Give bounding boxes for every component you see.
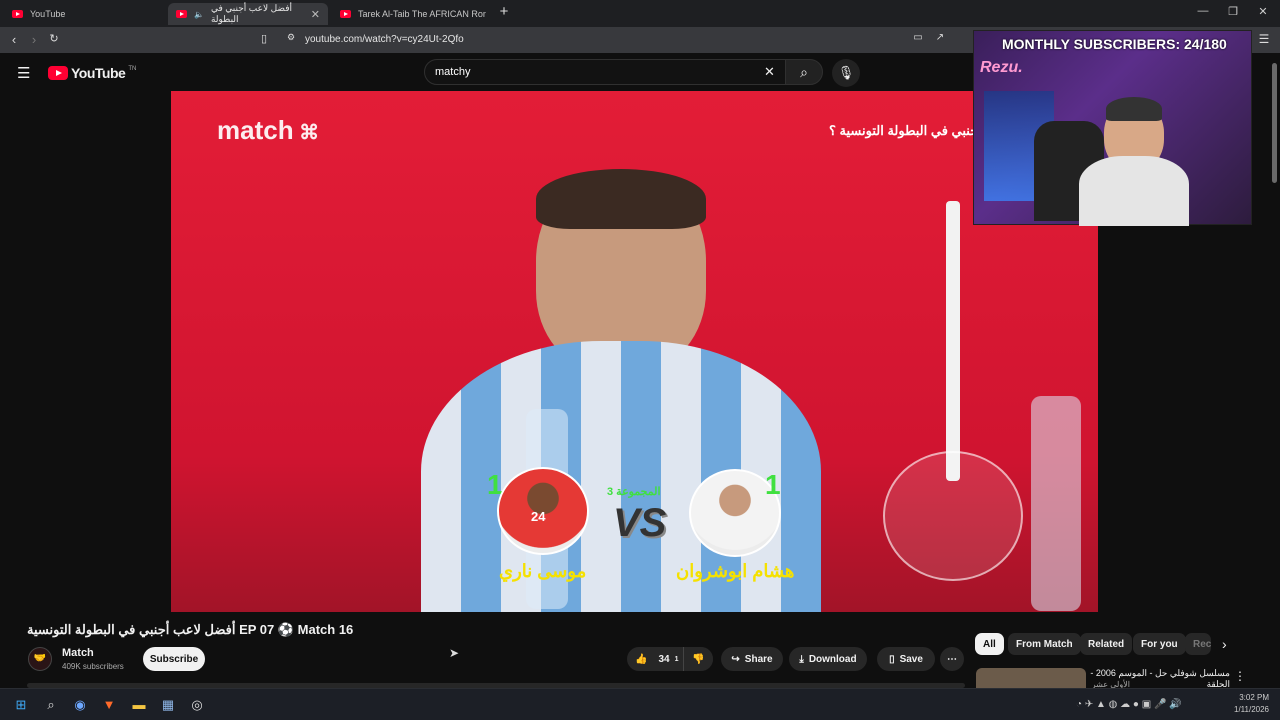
streamer-webcam-overlay: MONTHLY SUBSCRIBERS: 24/180 Rezu. xyxy=(973,30,1252,226)
browser-tab-bar: YouTube 🔈 أفضل لاعب أجنبي في البطولة ✕ T… xyxy=(0,0,1280,27)
glass-bowl xyxy=(883,451,1023,581)
water-bottle-right xyxy=(1031,396,1081,611)
file-explorer-icon[interactable]: ▬ xyxy=(131,697,147,713)
video-caption: جنبي في البطولة التونسية ؟ xyxy=(829,123,979,138)
back-arrow-icon[interactable]: ‹ xyxy=(6,32,22,47)
monthly-subscribers-counter: MONTHLY SUBSCRIBERS: 24/180 xyxy=(1002,36,1227,52)
site-settings-icon[interactable]: ⚙ xyxy=(283,32,299,43)
restore-button[interactable]: ❐ xyxy=(1218,5,1248,18)
forward-arrow-icon[interactable]: › xyxy=(26,32,42,47)
photos-icon[interactable]: ▦ xyxy=(160,697,176,713)
youtube-favicon-icon xyxy=(340,10,351,18)
video-title: أفضل لاعب أجنبي في البطولة التونسية EP 0… xyxy=(27,622,354,637)
youtube-logo[interactable]: YouTube TN xyxy=(48,65,136,81)
chevron-right-icon[interactable]: › xyxy=(1222,636,1227,652)
tab-label: YouTube xyxy=(30,9,66,19)
streamer-hoodie xyxy=(1079,156,1189,226)
subscribe-button[interactable]: Subscribe xyxy=(143,647,205,671)
cortana-icon[interactable]: ◉ xyxy=(72,697,88,713)
channel-avatar[interactable]: 🤝 xyxy=(28,647,52,671)
close-window-button[interactable]: ✕ xyxy=(1248,5,1278,18)
youtube-favicon-icon xyxy=(176,10,187,18)
chip-related[interactable]: Related xyxy=(1080,633,1133,655)
chip-all[interactable]: All xyxy=(975,633,1004,655)
search-icon[interactable]: ⌕ xyxy=(43,697,59,713)
tab-video-active[interactable]: 🔈 أفضل لاعب أجنبي في البطولة ✕ xyxy=(168,3,328,25)
candle xyxy=(946,201,960,481)
right-score: 1 xyxy=(765,469,781,500)
host-hair xyxy=(536,169,706,229)
save-button[interactable]: ▯ Save xyxy=(877,647,935,671)
tab-youtube[interactable]: YouTube xyxy=(4,3,164,25)
speaker-icon: 🔈 xyxy=(194,9,204,19)
brave-browser-icon[interactable]: ▼ xyxy=(101,697,117,713)
recommended-thumbnail[interactable] xyxy=(976,668,1086,688)
youtube-favicon-icon xyxy=(12,10,23,18)
bookmark-icon[interactable]: ▯ xyxy=(256,32,272,45)
channel-name[interactable]: Match xyxy=(62,647,94,659)
share-button[interactable]: ↪ Share xyxy=(721,647,783,671)
tab-tarek[interactable]: Tarek Al-Taib The AFRICAN Ronaldin xyxy=(332,3,497,25)
tray-icons[interactable]: ◔ ✈ ▲ ◍ ☁ ● ▣ 🎤 🔊 xyxy=(1076,699,1182,710)
more-actions-button[interactable]: ⋯ xyxy=(940,647,964,671)
thumbs-up-icon: 👍 xyxy=(635,653,648,665)
windows-taskbar: ⊞ ⌕ ◉ ▼ ▬ ▦ ◎ ◔ ✈ ▲ ◍ ☁ ● ▣ 🎤 🔊 3:02 PM … xyxy=(0,688,1280,720)
left-player-avatar: 24 xyxy=(497,467,589,555)
clock-date[interactable]: 1/11/2026 xyxy=(1228,705,1269,714)
streamer-logo: Rezu. xyxy=(980,59,1023,76)
cast-icon[interactable]: ▭ xyxy=(910,32,926,43)
clock-time[interactable]: 3:02 PM xyxy=(1237,693,1269,702)
share-page-icon[interactable]: ↗ xyxy=(932,32,948,43)
tab-label: Tarek Al-Taib The AFRICAN Ronaldin xyxy=(358,9,486,19)
scrollbar-thumb[interactable] xyxy=(1272,63,1277,183)
video-player[interactable]: match ⌘ جنبي في البطولة التونسية ؟ 1 24 … xyxy=(171,91,1098,612)
address-bar[interactable]: youtube.com/watch?v=cy24Ut-2Qfo xyxy=(305,34,464,45)
more-vertical-icon[interactable]: ⋮ xyxy=(1234,669,1246,683)
download-button[interactable]: ⤓ Download xyxy=(789,647,867,671)
new-tab-button[interactable]: + xyxy=(496,3,512,20)
menu-icon[interactable]: ☰ xyxy=(1256,32,1272,46)
more-horizontal-icon: ⋯ xyxy=(947,653,957,665)
tab-label: أفضل لاعب أجنبي في البطولة xyxy=(210,3,293,24)
clear-search-icon[interactable]: ✕ xyxy=(764,64,775,80)
reload-icon[interactable]: ↻ xyxy=(46,32,62,45)
mouse-cursor-icon: ➤ xyxy=(449,646,460,660)
page-scrollbar[interactable] xyxy=(1270,55,1278,688)
versus-label: VS xyxy=(613,501,667,545)
search-icon: ⌕ xyxy=(800,64,808,80)
youtube-play-icon xyxy=(48,66,68,80)
chip-recent[interactable]: Rec xyxy=(1185,633,1211,655)
hamburger-menu-icon[interactable]: ☰ xyxy=(17,64,30,82)
minimize-button[interactable]: — xyxy=(1188,5,1218,17)
dislike-button[interactable]: 👎 xyxy=(683,647,713,671)
obs-icon[interactable]: ◎ xyxy=(189,697,205,713)
channel-watermark: match ⌘ xyxy=(217,115,320,145)
streamer-cap xyxy=(1106,97,1162,121)
search-input[interactable]: matchy xyxy=(424,59,786,85)
mic-icon: 🎙 xyxy=(837,65,855,80)
thumbs-down-icon: 👎 xyxy=(692,653,705,665)
chip-for-you[interactable]: For you xyxy=(1133,633,1186,655)
chip-from-match[interactable]: From Match xyxy=(1008,633,1081,655)
share-icon: ↪ xyxy=(731,653,740,665)
subscriber-count: 409K subscribers xyxy=(62,662,124,671)
search-button[interactable]: ⌕ xyxy=(785,59,823,85)
windows-start-icon[interactable]: ⊞ xyxy=(13,697,29,713)
bookmark-save-icon: ▯ xyxy=(889,653,895,665)
left-player-name: موسى ناري xyxy=(499,561,587,581)
voice-search-button[interactable]: 🎙 xyxy=(832,59,860,87)
close-tab-icon[interactable]: ✕ xyxy=(311,8,320,21)
download-icon: ⤓ xyxy=(799,653,804,665)
right-player-name: هشام ابوشروان xyxy=(676,561,795,581)
group-label: المجموعة 3 xyxy=(607,486,661,498)
